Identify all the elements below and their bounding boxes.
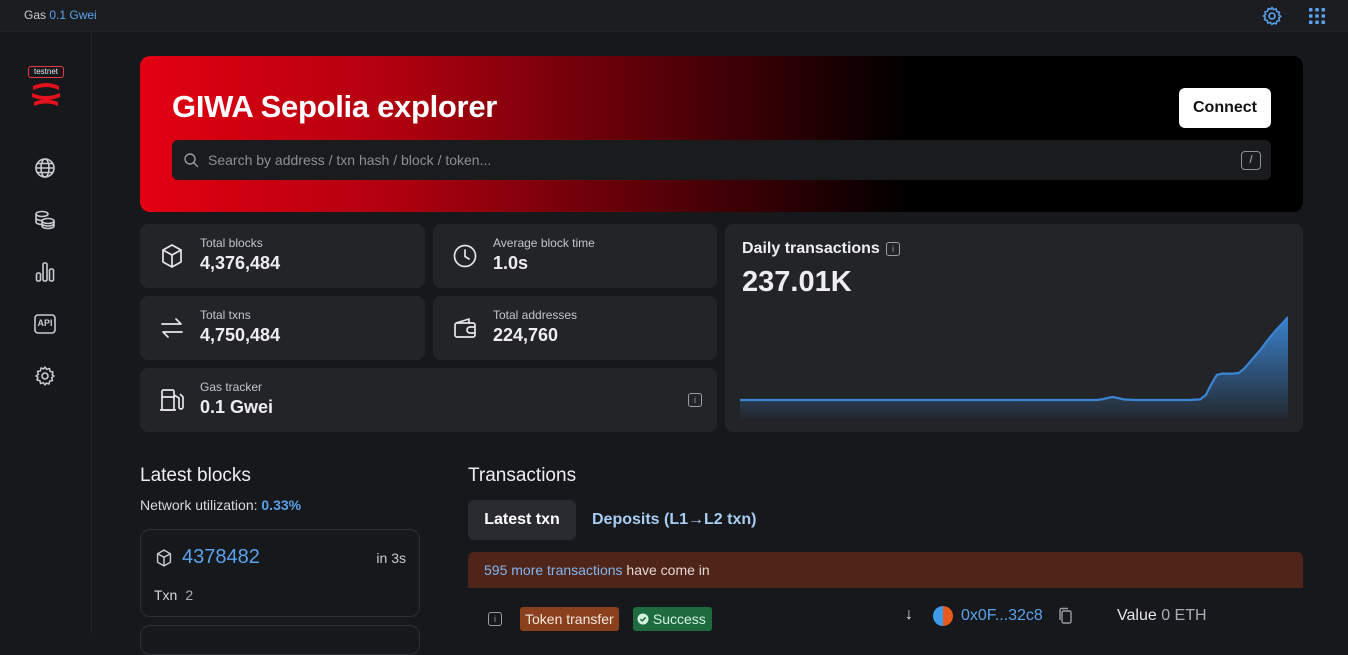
stat-label: Total blocks [200, 236, 263, 250]
latest-blocks-title: Latest blocks [140, 465, 251, 486]
giwa-logo-icon [32, 83, 60, 106]
page-title: GIWA Sepolia explorer [172, 89, 498, 124]
cube-icon [162, 244, 182, 268]
transfer-arrows-icon [161, 318, 183, 338]
daily-transactions-card[interactable]: Daily transactions i 237.01K [725, 224, 1303, 432]
globe-icon[interactable] [33, 156, 57, 180]
search-shortcut-badge: / [1241, 151, 1261, 170]
stat-value: 4,376,484 [200, 253, 281, 273]
new-transactions-banner: 595 more transactions have come in [468, 552, 1303, 588]
status-text: Success [652, 611, 706, 627]
utilization-value: 0.33% [261, 497, 302, 513]
hero-banner: GIWA Sepolia explorer Connect / [140, 56, 1303, 212]
settings-icon[interactable] [1260, 4, 1284, 28]
chart-title: Daily transactions [742, 240, 880, 257]
tx-value: Value 0 ETH [1117, 607, 1207, 625]
api-icon[interactable]: API [33, 312, 57, 336]
gas-pump-icon [160, 389, 184, 411]
stat-total-txns[interactable]: Total txns 4,750,484 [140, 296, 425, 360]
stat-total-blocks[interactable]: Total blocks 4,376,484 [140, 224, 425, 288]
stat-value: 4,750,484 [200, 325, 281, 345]
sidebar-settings-icon[interactable] [33, 364, 57, 388]
chart-line [740, 316, 1288, 402]
address-link[interactable]: 0x0F...32c8 [961, 607, 1043, 625]
stat-value: 0.1 Gwei [200, 397, 274, 417]
transactions-title: Transactions [468, 465, 577, 486]
stat-average-block-time[interactable]: Average block time 1.0s [433, 224, 717, 288]
stat-label: Gas tracker [200, 380, 263, 394]
search-icon [184, 153, 199, 168]
wallet-icon [454, 318, 476, 338]
tx-type-badge: Token transfer [520, 607, 619, 631]
gas-label: Gas [24, 8, 47, 22]
value-amount: 0 ETH [1161, 607, 1207, 624]
status-badge: Success [633, 607, 712, 631]
top-bar: Gas 0.1 Gwei [0, 0, 1348, 32]
tab-latest-txn[interactable]: Latest txn [468, 500, 576, 540]
stat-value: 224,760 [493, 325, 559, 345]
utilization-label: Network utilization: [140, 497, 258, 513]
copy-icon[interactable] [1057, 607, 1073, 625]
banner-text: have come in [622, 562, 710, 578]
clock-icon [453, 244, 477, 268]
arrow-down-icon: ↓ [905, 606, 913, 623]
info-icon[interactable]: i [688, 393, 702, 407]
stat-gas-tracker[interactable]: Gas tracker 0.1 Gwei i [140, 368, 717, 432]
chart-area [740, 317, 1288, 418]
address-avatar [933, 606, 953, 626]
search-bar: / [172, 140, 1271, 180]
bar-chart-icon[interactable] [33, 260, 57, 284]
stat-label: Total addresses [493, 308, 578, 322]
network-utilization: Network utilization: 0.33% [140, 497, 301, 513]
gas-indicator[interactable]: Gas 0.1 Gwei [24, 8, 97, 22]
apps-grid-icon[interactable] [1305, 4, 1329, 28]
api-text: API [37, 318, 53, 328]
block-number-link[interactable]: 4378482 [182, 546, 260, 569]
txn-label: Txn [154, 587, 178, 603]
check-circle-icon [637, 613, 649, 625]
daily-transactions-chart [740, 316, 1288, 418]
block-card [140, 625, 420, 655]
cube-icon [156, 549, 172, 567]
stat-total-addresses[interactable]: Total addresses 224,760 [433, 296, 717, 360]
info-icon[interactable]: i [886, 242, 900, 256]
gas-value: 0.1 Gwei [49, 8, 97, 22]
more-transactions-link[interactable]: 595 more transactions [484, 562, 623, 578]
stat-label: Total txns [200, 308, 251, 322]
coins-icon[interactable] [33, 208, 57, 232]
chart-value: 237.01K [742, 266, 852, 298]
value-label: Value [1117, 607, 1157, 624]
txn-count: 2 [185, 587, 194, 603]
stat-value: 1.0s [493, 253, 529, 273]
connect-button[interactable]: Connect [1179, 88, 1271, 128]
block-txn-count: Txn 2 [154, 587, 193, 603]
sidebar: testnet API [0, 32, 92, 633]
search-input[interactable] [208, 140, 1208, 180]
tx-info-icon[interactable]: i [488, 612, 502, 626]
tab-deposits[interactable]: Deposits (L1→L2 txn) [592, 511, 756, 529]
testnet-badge: testnet [28, 66, 64, 78]
stat-label: Average block time [493, 236, 595, 250]
block-card: 4378482 in 3s Txn 2 [140, 529, 420, 617]
logo[interactable]: testnet [28, 66, 66, 112]
block-time: in 3s [376, 550, 406, 566]
